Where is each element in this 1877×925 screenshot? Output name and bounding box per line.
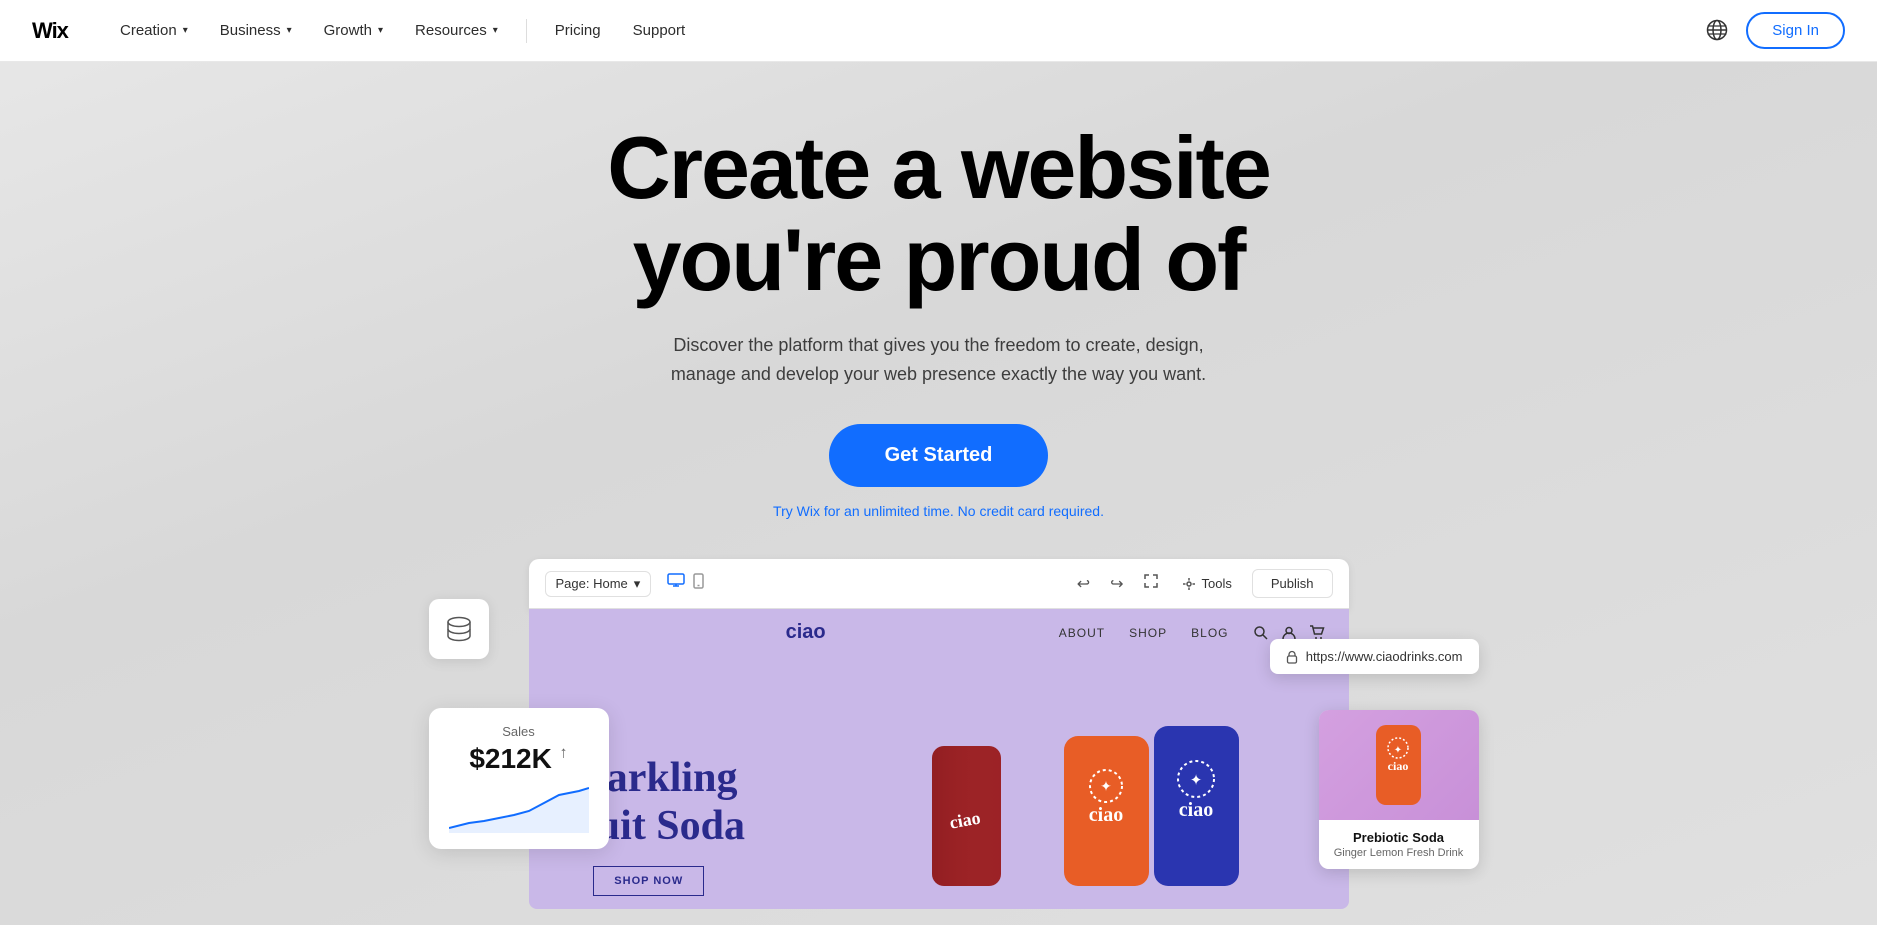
can-orange: ciao ✦: [1059, 731, 1154, 896]
redo-icon[interactable]: ↪: [1106, 570, 1127, 598]
ciao-shop-button[interactable]: SHOP NOW: [593, 866, 704, 896]
navbar: Wix Creation ▾ Business ▾ Growth ▾ Resou…: [0, 0, 1877, 62]
svg-text:✦: ✦: [1394, 745, 1402, 756]
mobile-icon[interactable]: [693, 573, 704, 594]
chevron-down-icon: ▾: [634, 576, 641, 592]
get-started-button[interactable]: Get Started: [829, 424, 1049, 487]
lock-icon: [1286, 650, 1298, 664]
undo-icon[interactable]: ↩: [1073, 570, 1094, 598]
chevron-down-icon: ▾: [378, 25, 383, 36]
editor-toolbar: Page: Home ▾: [529, 559, 1349, 609]
svg-text:✦: ✦: [1100, 778, 1112, 794]
hero-content: Create a website you're proud of Discove…: [607, 122, 1270, 519]
desktop-icon[interactable]: [667, 573, 685, 594]
svg-text:Wix: Wix: [32, 20, 70, 40]
globe-icon[interactable]: [1706, 19, 1730, 43]
chevron-down-icon: ▾: [287, 25, 292, 36]
can-blue: ciao ✦: [1149, 721, 1244, 896]
url-bar: https://www.ciaodrinks.com: [1270, 639, 1479, 674]
product-card-image: ciao ✦: [1319, 710, 1479, 820]
nav-item-resources[interactable]: Resources ▾: [403, 14, 510, 47]
sales-card: Sales $212K ↑: [429, 708, 609, 849]
nav-divider: [526, 19, 527, 43]
svg-text:ciao: ciao: [1088, 804, 1122, 826]
ciao-nav-shop[interactable]: SHOP: [1129, 626, 1167, 640]
ciao-nav: ciao ABOUT SHOP BLOG: [529, 609, 1349, 656]
product-can-image: ciao ✦: [1371, 720, 1426, 810]
page-selector[interactable]: Page: Home ▾: [545, 571, 652, 597]
can-red: ciao: [924, 741, 1009, 896]
hero-section: Create a website you're proud of Discove…: [0, 0, 1877, 925]
ciao-nav-links: ABOUT SHOP BLOG: [1059, 626, 1229, 640]
product-card: ciao ✦ Prebiotic Soda Ginger Lemon Fresh…: [1319, 710, 1479, 869]
wix-logo[interactable]: Wix: [32, 15, 76, 47]
editor-preview: Page: Home ▾: [529, 559, 1349, 909]
device-icons: [667, 573, 704, 594]
nav-item-business[interactable]: Business ▾: [208, 14, 304, 47]
ciao-nav-about[interactable]: ABOUT: [1059, 626, 1105, 640]
editor-canvas: ciao ABOUT SHOP BLOG: [529, 609, 1349, 909]
sales-chart: [449, 783, 589, 833]
trial-text: Try Wix for an unlimited time. No credit…: [607, 503, 1270, 519]
product-name: Prebiotic Soda: [1331, 830, 1467, 845]
svg-text:✦: ✦: [1189, 772, 1202, 789]
hero-subtitle: Discover the platform that gives you the…: [658, 331, 1218, 389]
publish-button[interactable]: Publish: [1252, 569, 1333, 598]
ciao-logo: ciao: [553, 621, 1059, 644]
sales-amount: $212K ↑: [449, 743, 589, 775]
svg-text:ciao: ciao: [1178, 799, 1212, 821]
nav-item-growth[interactable]: Growth ▾: [312, 14, 395, 47]
svg-text:ciao: ciao: [1388, 759, 1409, 773]
ciao-hero: SparklingFruit Soda SHOP NOW ciao: [529, 656, 1349, 896]
chevron-down-icon: ▾: [183, 25, 188, 36]
nav-item-pricing[interactable]: Pricing: [543, 14, 613, 47]
tools-button[interactable]: Tools: [1174, 572, 1240, 595]
search-icon[interactable]: [1253, 625, 1269, 641]
nav-item-creation[interactable]: Creation ▾: [108, 14, 200, 47]
product-desc: Ginger Lemon Fresh Drink: [1331, 847, 1467, 859]
sign-in-button[interactable]: Sign In: [1746, 12, 1845, 49]
chevron-down-icon: ▾: [493, 25, 498, 36]
expand-icon[interactable]: [1140, 570, 1162, 597]
toolbar-actions: ↩ ↪: [1073, 569, 1333, 598]
nav-links: Creation ▾ Business ▾ Growth ▾ Resources…: [108, 14, 1706, 47]
sales-label: Sales: [449, 724, 589, 739]
database-icon-card: [429, 599, 489, 659]
ciao-nav-blog[interactable]: BLOG: [1191, 626, 1228, 640]
hero-title: Create a website you're proud of: [607, 122, 1270, 307]
cans-area: ciao ciao ✦: [909, 656, 1349, 896]
nav-item-support[interactable]: Support: [621, 14, 698, 47]
nav-right: Sign In: [1706, 12, 1845, 49]
product-card-info: Prebiotic Soda Ginger Lemon Fresh Drink: [1319, 820, 1479, 869]
